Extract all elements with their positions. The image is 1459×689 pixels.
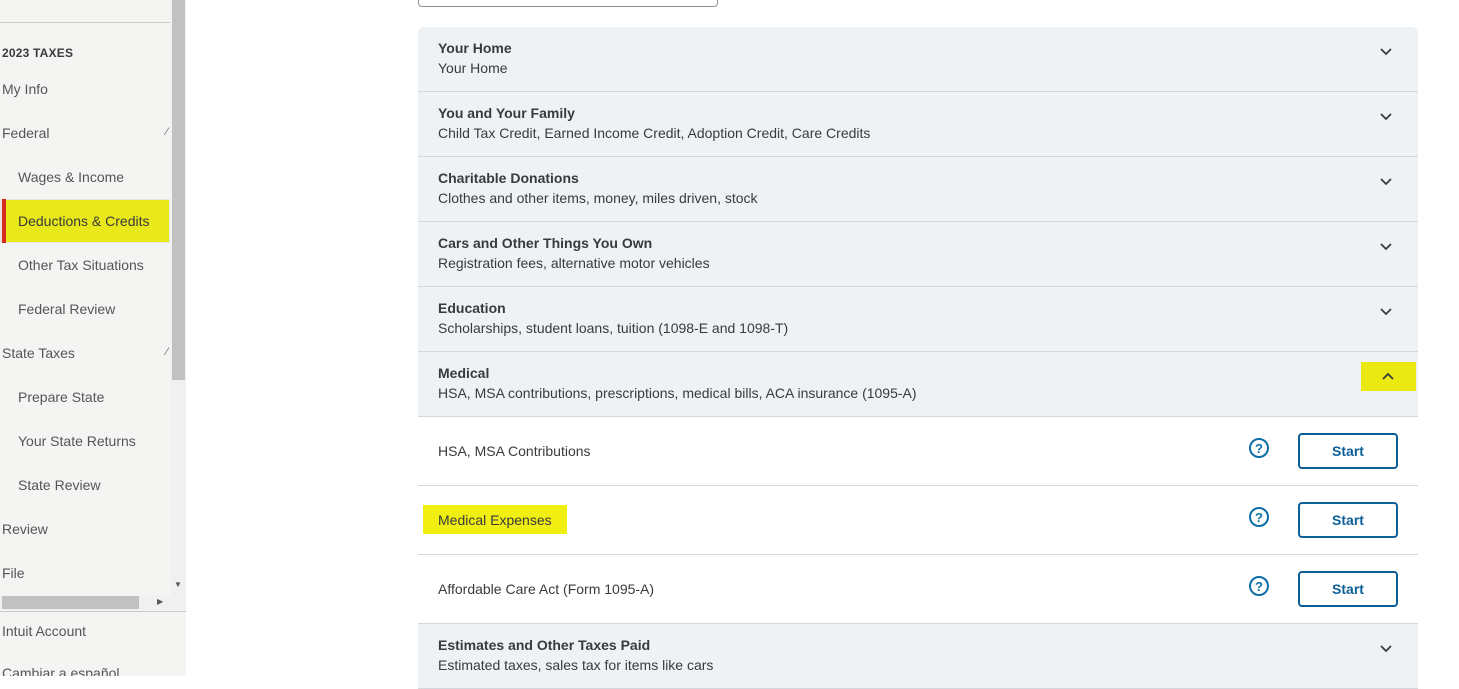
scrollbar-thumb[interactable] (2, 596, 139, 609)
medical-item-medical-expenses: Medical Expenses ? Start (418, 486, 1418, 555)
chevron-down-icon[interactable] (1378, 303, 1394, 319)
medical-item-aca: Affordable Care Act (Form 1095-A) ? Star… (418, 555, 1418, 624)
accordion-title: Estimates and Other Taxes Paid (438, 637, 651, 653)
help-icon[interactable]: ? (1249, 576, 1269, 596)
accordion-title: Cars and Other Things You Own (438, 235, 653, 251)
accordion-subtitle: Registration fees, alternative motor veh… (438, 255, 710, 271)
accordion-subtitle: Scholarships, student loans, tuition (10… (438, 320, 789, 336)
divider (0, 611, 186, 612)
nav-label: Review (2, 521, 48, 537)
nav-federal-review[interactable]: Federal Review (0, 287, 170, 331)
accordion-title: Medical (438, 365, 490, 381)
divider (0, 22, 170, 23)
nav-label: Your State Returns (18, 433, 136, 449)
chevron-up-icon[interactable] (1361, 362, 1416, 391)
accordion-subtitle: Your Home (438, 60, 508, 76)
accordion-subtitle: Child Tax Credit, Earned Income Credit, … (438, 125, 871, 141)
start-button[interactable]: Start (1298, 502, 1398, 538)
accordion-subtitle: Estimated taxes, sales tax for items lik… (438, 657, 714, 673)
accordion-cars-and-other-things[interactable]: Cars and Other Things You Own Registrati… (418, 222, 1418, 287)
nav-label: State Review (18, 477, 101, 493)
nav-federal[interactable]: Federal ⁄ (0, 111, 170, 155)
left-navigation: 2023 TAXES My Info Federal ⁄ Wages & Inc… (0, 0, 186, 676)
accordion-subtitle: Clothes and other items, money, miles dr… (438, 190, 758, 206)
accordion-estimates-and-other-taxes[interactable]: Estimates and Other Taxes Paid Estimated… (418, 624, 1418, 689)
horizontal-scrollbar[interactable]: ▶ (0, 595, 186, 610)
nav-file[interactable]: File (0, 551, 170, 595)
accordion-title: Charitable Donations (438, 170, 579, 186)
accordion-your-home[interactable]: Your Home Your Home (418, 27, 1418, 92)
section-title: 2023 TAXES (2, 46, 74, 60)
intuit-account-link[interactable]: Intuit Account (2, 623, 86, 639)
scroll-down-arrow-icon[interactable]: ▼ (174, 580, 182, 589)
language-switch-link[interactable]: Cambiar a español (2, 665, 120, 676)
accordion-medical[interactable]: Medical HSA, MSA contributions, prescrip… (418, 352, 1418, 417)
nav-label: Other Tax Situations (18, 257, 144, 273)
nav-label: Federal (2, 125, 50, 141)
start-button[interactable]: Start (1298, 433, 1398, 469)
nav-label: Prepare State (18, 389, 105, 405)
item-label: HSA, MSA Contributions (438, 443, 591, 459)
accordion-charitable-donations[interactable]: Charitable Donations Clothes and other i… (418, 157, 1418, 222)
nav-your-state-returns[interactable]: Your State Returns (0, 419, 170, 463)
nav-label: Wages & Income (18, 169, 125, 185)
help-icon[interactable]: ? (1249, 438, 1269, 458)
chevron-up-icon: ⁄ (166, 346, 168, 358)
start-button[interactable]: Start (1298, 571, 1398, 607)
nav-label: State Taxes (2, 345, 75, 361)
chevron-down-icon[interactable] (1378, 238, 1394, 254)
nav-state-review[interactable]: State Review (0, 463, 170, 507)
accordion-subtitle: HSA, MSA contributions, prescriptions, m… (438, 385, 917, 401)
search-field[interactable] (418, 0, 718, 7)
nav-wages-income[interactable]: Wages & Income (0, 155, 170, 199)
chevron-down-icon[interactable] (1378, 173, 1394, 189)
nav-state-taxes[interactable]: State Taxes ⁄ (0, 331, 170, 375)
item-label: Medical Expenses (423, 505, 567, 534)
nav-other-tax-situations[interactable]: Other Tax Situations (0, 243, 170, 287)
nav-label: My Info (2, 81, 48, 97)
nav-label: File (2, 565, 25, 581)
deductions-accordion: Your Home Your Home You and Your Family … (418, 27, 1418, 689)
chevron-down-icon[interactable] (1378, 43, 1394, 59)
item-label: Affordable Care Act (Form 1095-A) (438, 581, 655, 597)
accordion-title: You and Your Family (438, 105, 575, 121)
scroll-right-arrow-icon[interactable]: ▶ (157, 597, 163, 606)
nav-prepare-state[interactable]: Prepare State (0, 375, 170, 419)
accordion-you-and-your-family[interactable]: You and Your Family Child Tax Credit, Ea… (418, 92, 1418, 157)
accordion-title: Your Home (438, 40, 512, 56)
medical-item-hsa-msa: HSA, MSA Contributions ? Start (418, 417, 1418, 486)
nav-label: Federal Review (18, 301, 116, 317)
nav-deductions-credits[interactable]: Deductions & Credits (0, 199, 170, 243)
nav-my-info[interactable]: My Info (0, 67, 170, 111)
chevron-down-icon[interactable] (1378, 640, 1394, 656)
help-icon[interactable]: ? (1249, 507, 1269, 527)
scrollbar-thumb[interactable] (172, 0, 185, 380)
chevron-down-icon[interactable] (1378, 108, 1394, 124)
nav-review[interactable]: Review (0, 507, 170, 551)
vertical-scrollbar[interactable]: ▼ (171, 0, 186, 595)
accordion-title: Education (438, 300, 506, 316)
accordion-education[interactable]: Education Scholarships, student loans, t… (418, 287, 1418, 352)
nav-label: Deductions & Credits (18, 213, 150, 229)
chevron-up-icon: ⁄ (166, 126, 168, 138)
